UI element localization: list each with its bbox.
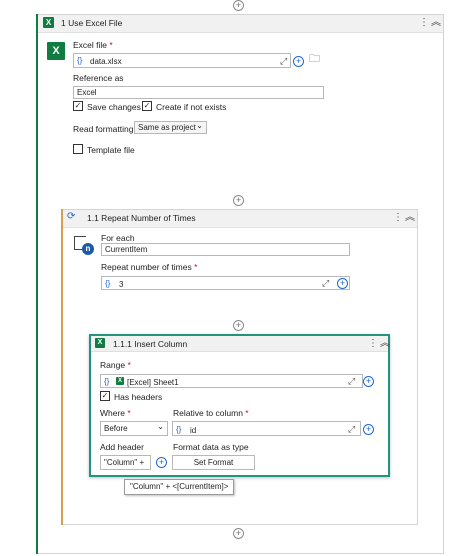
read-formatting-dropdown[interactable]: Same as project ⌄	[134, 121, 207, 134]
repeat-number-input[interactable]	[101, 276, 350, 290]
folder-icon[interactable]: 🗀	[309, 54, 320, 65]
format-data-label: Format data as type	[173, 442, 249, 452]
variable-icon: {}	[104, 377, 110, 386]
expand-icon[interactable]: ⤢	[348, 425, 355, 434]
has-headers-checkbox[interactable]: ✓	[100, 391, 110, 401]
use-excel-more-icon[interactable]: ⋮	[419, 18, 429, 28]
repeat-title: 1.1 Repeat Number of Times	[87, 213, 196, 223]
variable-icon: {}	[105, 279, 111, 288]
reference-as-input[interactable]: Excel	[73, 86, 324, 99]
variable-icon: {}	[176, 425, 182, 434]
set-format-button[interactable]: Set Format	[172, 455, 255, 470]
create-if-not-exists-label: Create if not exists	[156, 102, 227, 112]
insert-column-title: 1.1.1 Insert Column	[113, 339, 188, 349]
save-changes-checkbox[interactable]: ✓	[73, 101, 83, 111]
excel-file-label: Excel file *	[73, 40, 113, 50]
expand-icon[interactable]: ⤢	[322, 279, 329, 288]
repeat-number-value: 3	[119, 280, 124, 289]
range-value: [Excel] Sheet1	[127, 378, 179, 387]
expand-icon[interactable]: ⤢	[348, 377, 355, 386]
save-changes-label: Save changes	[87, 102, 141, 112]
repeat-number-plus-button[interactable]: +	[337, 278, 348, 289]
repeat-number-label: Repeat number of times *	[101, 262, 198, 272]
repeat-icon: ⟳	[67, 211, 76, 222]
relative-to-column-value: id	[190, 426, 197, 435]
excel-icon: X	[43, 17, 54, 28]
use-excel-file-title: 1 Use Excel File	[61, 18, 123, 28]
expand-icon[interactable]: ⤢	[280, 57, 287, 66]
relative-to-column-input[interactable]	[172, 421, 361, 436]
add-header-tooltip: "Column" + <[CurrentItem]>	[124, 479, 235, 495]
template-file-checkbox[interactable]	[73, 144, 83, 154]
sheet-excel-icon: X	[116, 377, 124, 385]
chevron-down-icon: ⌄	[157, 422, 164, 431]
add-header-plus-button[interactable]: +	[156, 457, 167, 468]
add-header-label: Add header	[100, 442, 144, 452]
insert-column-more-icon[interactable]: ⋮	[368, 339, 378, 349]
read-formatting-label: Read formatting	[73, 124, 134, 134]
has-headers-label: Has headers	[114, 392, 163, 402]
reference-as-label: Reference as	[73, 73, 124, 83]
relative-to-column-plus-button[interactable]: +	[363, 424, 374, 435]
excel-file-plus-button[interactable]: +	[293, 56, 304, 67]
repeat-more-icon[interactable]: ⋮	[393, 213, 403, 223]
relative-to-column-label: Relative to column *	[173, 408, 249, 418]
for-each-input[interactable]: CurrentItem	[101, 243, 350, 256]
for-each-label: For each	[101, 233, 135, 243]
repeat-collapse-icon[interactable]: ︽	[405, 213, 415, 223]
add-activity-button-inner[interactable]: +	[233, 320, 244, 331]
where-label: Where *	[100, 408, 131, 418]
insert-column-collapse-icon[interactable]: ︽	[380, 339, 390, 349]
template-file-label: Template file	[87, 145, 135, 155]
variable-icon: {}	[77, 56, 83, 65]
use-excel-collapse-icon[interactable]: ︽	[431, 18, 441, 28]
excel-icon: X	[95, 338, 105, 348]
add-activity-button-top[interactable]: +	[233, 0, 244, 11]
add-header-input[interactable]: "Column" +	[100, 455, 151, 470]
create-if-not-exists-checkbox[interactable]: ✓	[142, 101, 152, 111]
chevron-down-icon: ⌄	[196, 121, 203, 130]
where-dropdown[interactable]: Before ⌄	[100, 421, 168, 436]
range-label: Range *	[100, 360, 131, 370]
range-plus-button[interactable]: +	[363, 376, 374, 387]
excel-file-large-icon: X	[47, 42, 65, 60]
loop-badge-icon: n	[82, 243, 94, 255]
add-activity-button-mid[interactable]: +	[233, 195, 244, 206]
excel-file-value: data.xlsx	[90, 57, 122, 66]
add-activity-button-bottom[interactable]: +	[233, 528, 244, 539]
